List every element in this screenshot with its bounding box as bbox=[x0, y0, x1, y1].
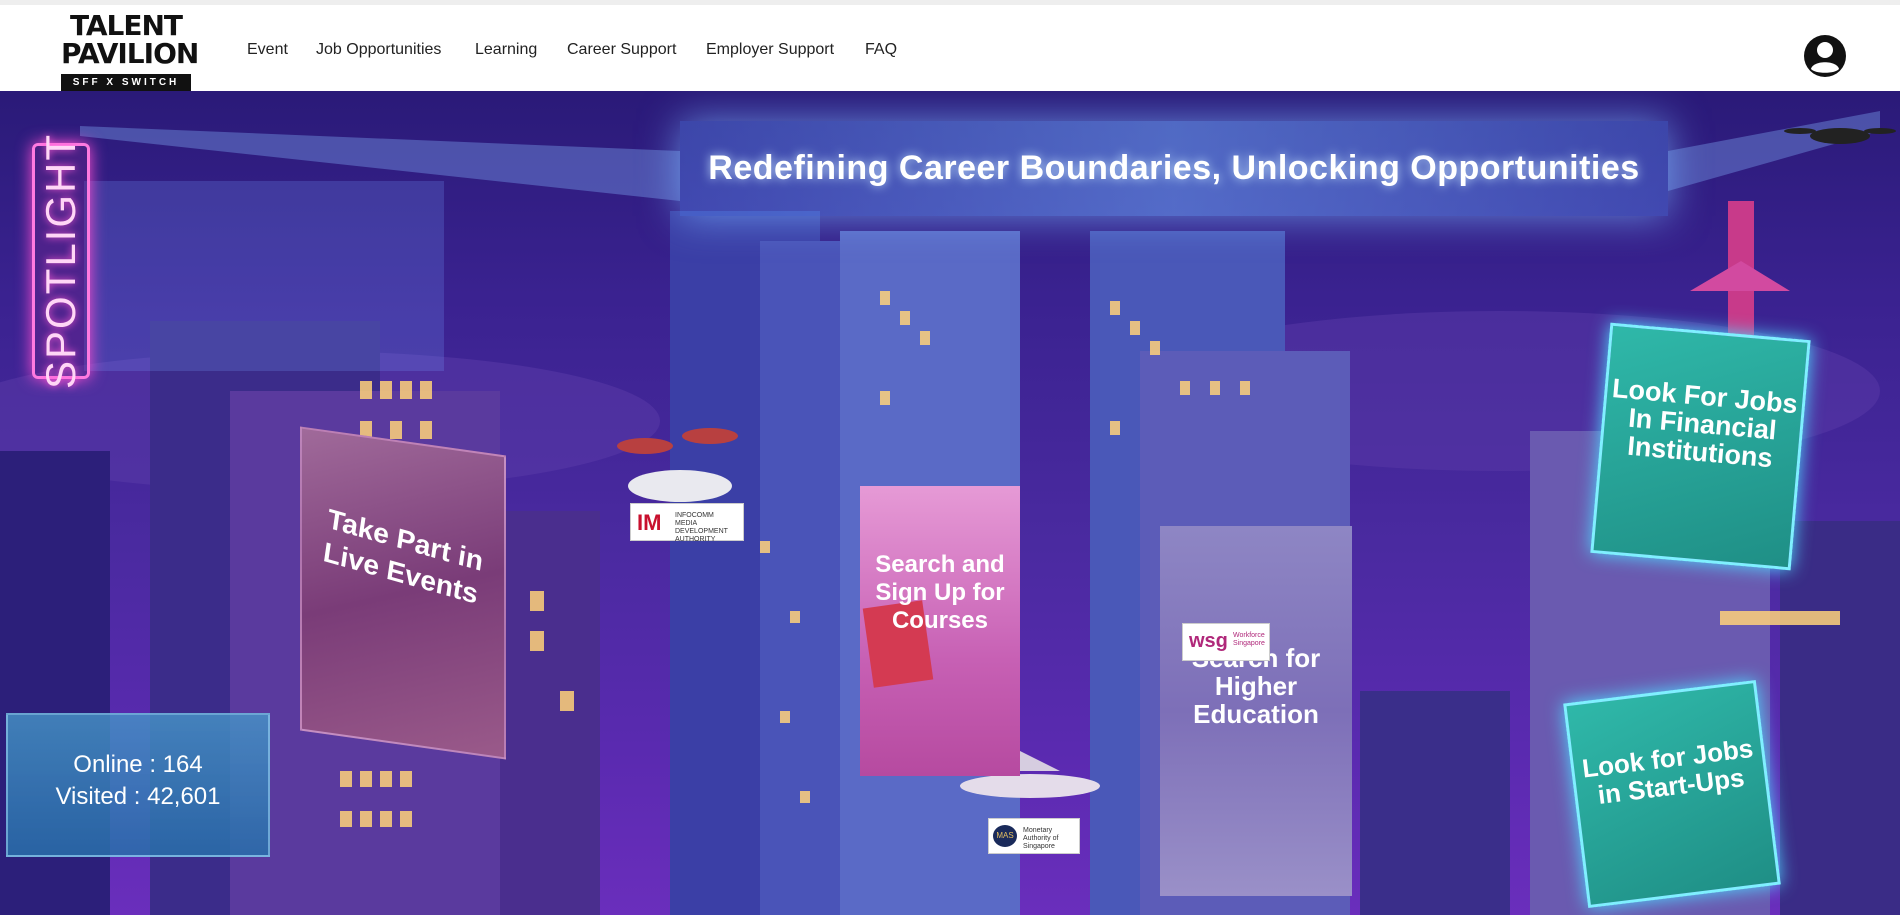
wsg-logo[interactable]: wsg Workforce Singapore bbox=[1182, 623, 1270, 661]
mas-logo-text: Monetary Authority of Singapore bbox=[1023, 827, 1059, 850]
spotlight-sign[interactable]: SPOTLIGHT bbox=[32, 133, 90, 389]
hero-banner-title: Redefining Career Boundaries, Unlocking … bbox=[708, 149, 1640, 187]
imda-logo[interactable]: IM INFOCOMM MEDIA DEVELOPMENT AUTHORITY bbox=[630, 503, 744, 543]
nav-employer-support[interactable]: Employer Support bbox=[706, 41, 834, 59]
user-circle-icon[interactable] bbox=[1803, 34, 1847, 78]
site-header: TALENT PAVILION SFF X SWITCH Event Job O… bbox=[0, 5, 1900, 91]
spotlight-glow bbox=[84, 181, 444, 371]
hero-cityscape: SPOTLIGHT Redefining Career Boundaries, … bbox=[0, 91, 1900, 915]
online-count: Online : 164 bbox=[73, 751, 203, 778]
imda-logo-mark: IM bbox=[637, 510, 662, 535]
wsg-logo-mark: wsg bbox=[1189, 630, 1228, 652]
talent-pavilion-logo[interactable]: TALENT PAVILION SFF X SWITCH bbox=[61, 11, 199, 93]
spotlight-label: SPOTLIGHT bbox=[37, 132, 84, 390]
logo-line-2: PAVILION bbox=[61, 37, 199, 70]
hero-banner: Redefining Career Boundaries, Unlocking … bbox=[680, 121, 1668, 216]
financial-jobs-label: Look For Jobs In Financial Institutions bbox=[1610, 373, 1799, 474]
nav-event[interactable]: Event bbox=[247, 41, 288, 59]
startup-jobs-label: Look for Jobs in Start-Ups bbox=[1580, 732, 1755, 810]
visited-count: Visited : 42,601 bbox=[55, 783, 221, 810]
nav-faq[interactable]: FAQ bbox=[865, 41, 897, 59]
imda-logo-text: INFOCOMM MEDIA DEVELOPMENT AUTHORITY bbox=[675, 512, 728, 543]
live-events-billboard[interactable]: Take Part in Live Events bbox=[300, 426, 506, 760]
live-events-label: Take Part in Live Events bbox=[321, 503, 486, 610]
financial-jobs-billboard[interactable]: Look For Jobs In Financial Institutions bbox=[1590, 322, 1811, 571]
logo-tagline: SFF X SWITCH bbox=[61, 74, 191, 91]
wsg-logo-text: Workforce Singapore bbox=[1233, 632, 1265, 647]
nav-learning[interactable]: Learning bbox=[475, 41, 537, 59]
courses-label: Search and Sign Up for Courses bbox=[875, 551, 1005, 634]
startup-jobs-billboard[interactable]: Look for Jobs in Start-Ups bbox=[1563, 679, 1781, 909]
mas-logo-mark: MAS bbox=[993, 825, 1017, 847]
higher-education-billboard[interactable]: Search for Higher Education bbox=[1160, 526, 1352, 896]
nav-career-support[interactable]: Career Support bbox=[567, 41, 676, 59]
courses-billboard[interactable]: Search and Sign Up for Courses bbox=[860, 486, 1020, 776]
mas-logo[interactable]: MAS Monetary Authority of Singapore bbox=[988, 818, 1080, 854]
nav-job-opportunities[interactable]: Job Opportunities bbox=[316, 41, 441, 59]
visitor-counter-board: Online : 164 Visited : 42,601 bbox=[6, 713, 270, 857]
